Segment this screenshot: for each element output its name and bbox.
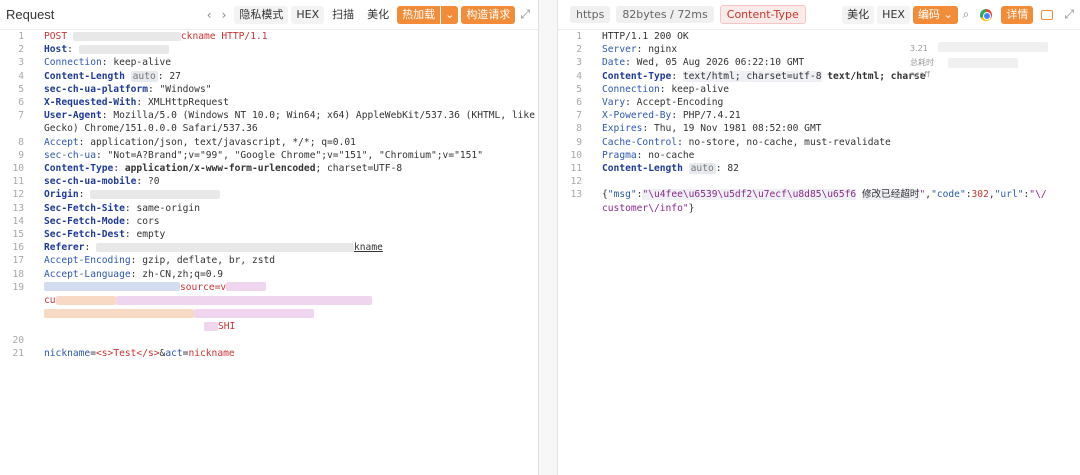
code-line: 18 Accept-Language: zh-CN,zh;q=0.9 bbox=[12, 268, 224, 280]
code-line: 13 {"msg":"\u4fee\u6539\u5df2\u7ecf\u8d85… bbox=[570, 189, 1047, 201]
code-line: 12 Origin: bbox=[0, 188, 538, 201]
code-line: 9 sec-ch-ua: "Not=A?Brand";v="99", "Googl… bbox=[18, 149, 483, 161]
chevron-right-icon[interactable]: › bbox=[222, 8, 227, 22]
code-line-wrap: cu bbox=[0, 294, 538, 307]
expand-icon[interactable]: ⤢ bbox=[520, 7, 530, 22]
hex-button[interactable]: HEX bbox=[291, 5, 325, 24]
hot-load-dropdown-icon[interactable]: ⌄ bbox=[440, 5, 459, 24]
size-time-badge: 82bytes / 72ms bbox=[616, 6, 714, 23]
code-line: 6 Vary: Accept-Encoding bbox=[576, 97, 724, 109]
code-line: 9 Cache-Control: no-store, no-cache, must… bbox=[576, 136, 891, 148]
hex-button[interactable]: HEX bbox=[877, 5, 910, 24]
overlay-ghost-text: 3.21 bbox=[910, 44, 928, 53]
code-line: 10 Pragma: no-cache bbox=[570, 149, 695, 161]
code-line: 1 POST ckname HTTP/1.1 bbox=[18, 31, 268, 42]
comment-icon[interactable] bbox=[1041, 9, 1054, 20]
beautify-button[interactable]: 美化 bbox=[362, 6, 394, 24]
request-title: Request bbox=[6, 7, 55, 22]
request-editor[interactable]: 1 POST ckname HTTP/1.1 2 Host: 3 Connection… bbox=[0, 30, 538, 360]
code-line: 21 nickname=<s>Test</s>&act=nickname bbox=[12, 347, 235, 359]
response-pane: https 82bytes / 72ms Content-Type 美化 HEX… bbox=[558, 0, 1080, 475]
scheme-badge: https bbox=[570, 6, 611, 23]
code-line: 16 Referer: kname bbox=[12, 242, 383, 254]
scan-button[interactable]: 扫描 bbox=[327, 6, 359, 24]
pane-divider[interactable] bbox=[539, 0, 558, 475]
search-icon[interactable]: ⌕ bbox=[963, 7, 970, 22]
redacted-overlay bbox=[938, 42, 1048, 52]
code-line: 2 Host: bbox=[0, 43, 538, 56]
content-type-badge: Content-Type bbox=[719, 5, 806, 24]
code-line: 19 source=v bbox=[0, 281, 538, 294]
code-line: 13 Sec-Fetch-Site: same-origin bbox=[12, 202, 200, 214]
code-line: 3 Connection: keep-alive bbox=[18, 57, 172, 69]
request-toolbar: Request ‹ › 隐私模式 HEX 扫描 美化 热加载 ⌄ 构造请求 ⤢ bbox=[0, 0, 538, 30]
response-toolbar: https 82bytes / 72ms Content-Type 美化 HEX… bbox=[558, 0, 1080, 30]
beautify-button[interactable]: 美化 bbox=[842, 5, 875, 24]
code-line: 8 Expires: Thu, 19 Nov 1981 08:52:00 GMT bbox=[576, 123, 822, 135]
code-line: 7 X-Powered-By: PHP/7.4.21 bbox=[576, 110, 741, 122]
hot-load-button[interactable]: 热加载 bbox=[397, 5, 441, 24]
code-line: 8 Accept: application/json, text/javascri… bbox=[18, 136, 356, 148]
code-line: 6 X-Requested-With: XMLHttpRequest bbox=[18, 97, 229, 109]
code-line: 15 Sec-Fetch-Dest: empty bbox=[12, 229, 166, 241]
code-line: 14 Sec-Fetch-Mode: cors bbox=[12, 215, 160, 227]
privacy-mode-button[interactable]: 隐私模式 bbox=[234, 5, 289, 24]
request-pane: Request ‹ › 隐私模式 HEX 扫描 美化 热加载 ⌄ 构造请求 ⤢ … bbox=[0, 0, 539, 475]
redacted-overlay bbox=[948, 58, 1018, 68]
overlay-ghost-text: ncoff bbox=[910, 70, 930, 79]
code-line: 5 Connection: keep-alive bbox=[576, 83, 730, 95]
details-button[interactable]: 详情 bbox=[1001, 5, 1034, 24]
code-line-wrap bbox=[0, 307, 538, 320]
code-line: 17 Accept-Encoding: gzip, deflate, br, zs… bbox=[12, 255, 276, 267]
chevron-down-icon: ⌄ bbox=[943, 7, 953, 21]
code-line: 4 Content-Type: text/html; charset=utf-8 … bbox=[576, 70, 926, 82]
chrome-icon[interactable] bbox=[980, 8, 993, 21]
code-line-wrap: Gecko) Chrome/151.0.0.0 Safari/537.36 bbox=[44, 123, 258, 135]
code-line: 4 Content-Length auto: 27 bbox=[18, 70, 181, 82]
code-line: 12 bbox=[570, 176, 582, 188]
expand-icon[interactable]: ⤢ bbox=[1064, 7, 1074, 22]
code-line-wrap: SHI bbox=[0, 320, 538, 333]
code-line: 5 sec-ch-ua-platform: "Windows" bbox=[18, 83, 212, 95]
code-line-wrap: customer\/info"} bbox=[602, 202, 695, 214]
encoding-label: 编码 bbox=[917, 7, 940, 21]
code-line: 11 sec-ch-ua-mobile: ?0 bbox=[12, 176, 160, 188]
code-line: 11 Content-Length auto: 82 bbox=[570, 163, 739, 175]
encoding-dropdown[interactable]: 编码 ⌄ bbox=[912, 5, 958, 24]
code-line: 10 Content-Type: application/x-www-form-u… bbox=[12, 163, 403, 175]
code-line: 20 bbox=[12, 334, 24, 346]
overlay-ghost-text: 总耗时 bbox=[910, 58, 934, 67]
chevron-left-icon[interactable]: ‹ bbox=[207, 8, 212, 22]
build-request-button[interactable]: 构造请求 bbox=[461, 5, 516, 24]
code-line: 7 User-Agent: Mozilla/5.0 (Windows NT 10.… bbox=[18, 110, 535, 122]
